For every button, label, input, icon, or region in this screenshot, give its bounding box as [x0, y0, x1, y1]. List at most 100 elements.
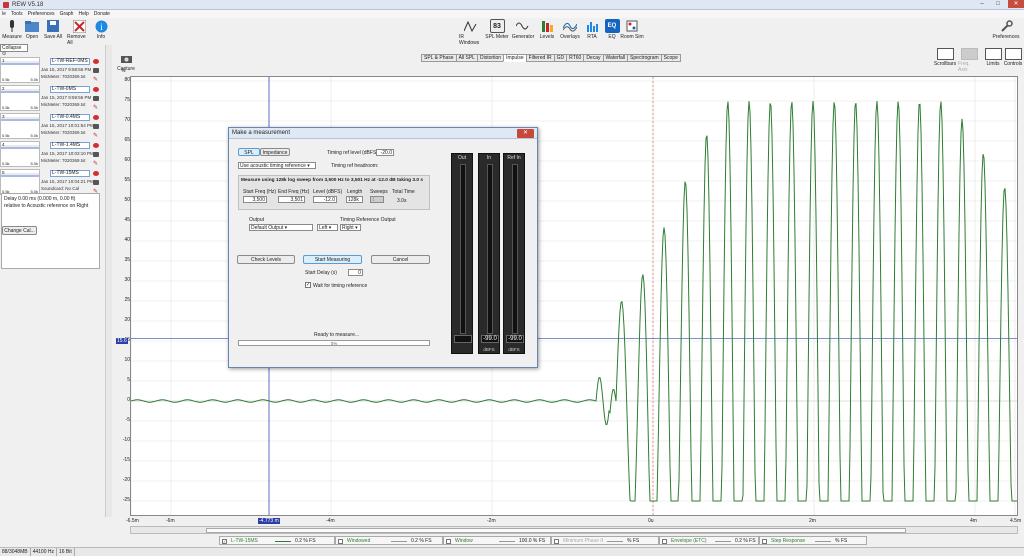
edit-measurement-icon[interactable]: ✎ [93, 76, 99, 83]
timing-ref-level-field[interactable]: -20.0 [376, 149, 394, 156]
legend-item[interactable]: ✓ L-TW-15MS 0.2 % FS [219, 536, 335, 545]
legend-item[interactable]: Window 100.0 % FS [443, 536, 551, 545]
output-channel-select[interactable]: Left ▾ [317, 224, 338, 231]
save-all-button[interactable]: Save All [41, 19, 65, 40]
levels-button[interactable]: Levels [535, 19, 559, 40]
legend-checkbox[interactable] [662, 539, 667, 544]
length-select[interactable]: 128k [346, 196, 363, 203]
dialog-close-button[interactable]: ✕ [517, 129, 534, 138]
collapse-button[interactable]: Collapse ⊙ [0, 44, 28, 57]
room-sim-button[interactable]: Room Sim [620, 19, 644, 40]
wait-timing-checkbox[interactable]: ✓ [305, 282, 311, 288]
tab-spectrogram[interactable]: Spectrogram [627, 54, 662, 62]
menu-help[interactable]: Help [78, 11, 88, 17]
tab-filtered-ir[interactable]: Filtered IR [525, 54, 555, 62]
check-levels-button[interactable]: Check Levels [237, 255, 295, 264]
tab-spl[interactable]: SPL [238, 148, 260, 156]
measurement-name[interactable]: L-TW-15MS [50, 170, 90, 177]
minimize-button[interactable]: – [974, 0, 990, 8]
ir-windows-button[interactable]: IR Windows [459, 19, 483, 46]
scrollbars-icon [936, 48, 954, 60]
legend-item[interactable]: Step Response % FS [759, 536, 867, 545]
edit-measurement-icon[interactable]: ✎ [93, 104, 99, 111]
menu-preferences[interactable]: Preferences [28, 11, 55, 17]
spl-meter-button[interactable]: 83 SPL Meter [485, 19, 509, 40]
measurement-name[interactable]: L-TW-0.4MS [50, 114, 90, 121]
end-freq-field[interactable]: 3,501 [278, 196, 305, 203]
remove-measurement-icon[interactable] [93, 59, 99, 64]
tab-all-spl[interactable]: All SPL [455, 54, 478, 62]
y-tick-label: -5 [125, 417, 130, 423]
tab-spl-phase[interactable]: SPL & Phase [421, 54, 457, 62]
save-measurement-icon[interactable] [93, 180, 99, 185]
limits-button[interactable]: Limits [982, 48, 1004, 67]
timing-output-select[interactable]: Right ▾ [340, 224, 361, 231]
remove-measurement-icon[interactable] [93, 87, 99, 92]
measurement-thumbnail: 5 0.5k 5.0k [0, 169, 40, 195]
meter-bar [487, 164, 493, 334]
remove-measurement-icon[interactable] [93, 143, 99, 148]
acoustic-ref-select[interactable]: Use acoustic timing reference ▾ [238, 162, 316, 169]
legend-item[interactable]: Envelope (ETC) 0.2 % FS [659, 536, 759, 545]
save-measurement-icon[interactable] [93, 124, 99, 129]
capture-button[interactable]: Capture [114, 51, 138, 72]
menu-file[interactable]: le [2, 11, 6, 17]
tab-distortion[interactable]: Distortion [476, 54, 505, 62]
cancel-button[interactable]: Cancel [371, 255, 430, 264]
maximize-button[interactable]: □ [990, 0, 1006, 8]
start-delay-field[interactable]: 0 [348, 269, 363, 276]
menu-donate[interactable]: Donate [94, 11, 110, 17]
generator-button[interactable]: Generator [511, 19, 535, 40]
legend-name: Windowed [347, 538, 371, 544]
legend-item[interactable]: Minimum Phase IR % FS [551, 536, 659, 545]
scroll-thumb[interactable] [206, 528, 906, 533]
level-field[interactable]: -12.0 [313, 196, 337, 203]
tab-waterfall[interactable]: Waterfall [602, 54, 629, 62]
measurement-item[interactable]: 2 0.5k 5.0k L-TW-0MS Jan 15, 2017 9:59:5… [0, 85, 102, 113]
measurement-item[interactable]: 1 0.5k 5.0k L-TW-REF-0MS Jan 15, 2017 9:… [0, 57, 102, 85]
save-measurement-icon[interactable] [93, 152, 99, 157]
remove-measurement-icon[interactable] [93, 115, 99, 120]
change-cal-button[interactable]: Change Cal... [2, 226, 37, 235]
tab-rt60[interactable]: RT60 [566, 54, 585, 62]
tab-impulse[interactable]: Impulse [503, 54, 527, 62]
tab-decay[interactable]: Decay [583, 54, 604, 62]
measurement-name[interactable]: L-TW-0MS [50, 86, 90, 93]
preferences-button[interactable]: Preferences [993, 19, 1019, 40]
measurement-name[interactable]: L-TW-REF-0MS [50, 58, 90, 65]
start-measuring-button[interactable]: Start Measuring [303, 255, 362, 264]
measure-progress-bar: 0% [238, 340, 430, 346]
legend-checkbox[interactable] [338, 539, 343, 544]
remove-all-button[interactable]: Remove All [67, 19, 91, 46]
legend-item[interactable]: Windowed 0.2 % FS [335, 536, 443, 545]
tab-scope[interactable]: Scope [660, 54, 681, 62]
legend-checkbox[interactable]: ✓ [222, 539, 227, 544]
output-device-select[interactable]: Default Output ▾ [249, 224, 313, 231]
measurement-item[interactable]: 4 0.5k 5.0k L-TW-1.4MS Jan 15, 2017 10:0… [0, 141, 102, 169]
legend-checkbox[interactable] [762, 539, 767, 544]
close-window-button[interactable]: ✕ [1008, 0, 1024, 8]
legend-checkbox[interactable] [554, 539, 559, 544]
tab-impedance[interactable]: Impedance [260, 148, 290, 156]
freq-axis-toggle[interactable]: Freq. Axis [958, 48, 980, 73]
panel-scrollbar[interactable] [105, 45, 112, 517]
measurement-item[interactable]: 3 0.5k 5.0k L-TW-0.4MS Jan 15, 2017 10:0… [0, 113, 102, 141]
controls-button[interactable]: Controls [1002, 48, 1024, 67]
measurement-name[interactable]: L-TW-1.4MS [50, 142, 90, 149]
legend-checkbox[interactable] [446, 539, 451, 544]
meter-out: Out [451, 153, 473, 354]
horizontal-scrollbar[interactable] [130, 526, 1018, 534]
overlays-button[interactable]: Overlays [558, 19, 582, 40]
save-measurement-icon[interactable] [93, 68, 99, 73]
remove-measurement-icon[interactable] [93, 171, 99, 176]
tab-gd[interactable]: GD [553, 54, 568, 62]
edit-measurement-icon[interactable]: ✎ [93, 132, 99, 139]
measurement-mic: MicMeter: 7020369.txt [41, 102, 86, 107]
start-freq-field[interactable]: 3,500 [243, 196, 267, 203]
menu-graph[interactable]: Graph [60, 11, 74, 17]
edit-measurement-icon[interactable]: ✎ [93, 160, 99, 167]
scrollbars-toggle[interactable]: Scrollbars [934, 48, 956, 67]
save-measurement-icon[interactable] [93, 96, 99, 101]
menu-tools[interactable]: Tools [11, 11, 23, 17]
info-button[interactable]: i Info [89, 19, 113, 40]
